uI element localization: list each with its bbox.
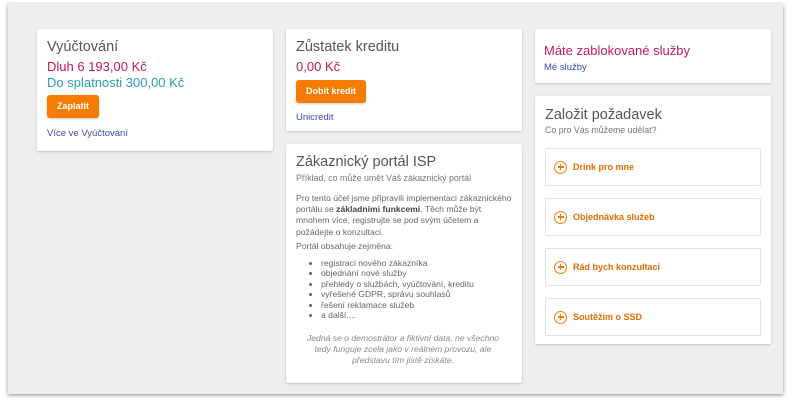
billing-more-link[interactable]: Více ve Vyúčtování [47, 128, 128, 139]
request-title: Založit požadavek [545, 107, 662, 123]
app-frame: Vyúčtování Dluh 6 193,00 Kč Do splatnost… [8, 4, 783, 394]
request-label: Rád bych konzultaci [573, 262, 661, 272]
my-services-link[interactable]: Mé služby [544, 62, 587, 73]
request-label: Objednávka služeb [573, 212, 655, 222]
request-subtitle: Co pro Vás můžeme udělat? [545, 125, 657, 135]
request-ssd-contest[interactable]: Soutěžím o SSD [545, 298, 761, 336]
pay-button[interactable]: Zaplatit [47, 95, 100, 118]
plus-circle-icon [554, 310, 567, 324]
request-label: Drink pro mne [573, 162, 635, 172]
request-card: Založit požadavek Co pro Vás můžeme uděl… [535, 96, 771, 344]
plus-circle-icon [554, 160, 567, 174]
credit-amount: 0,00 Kč [296, 59, 341, 74]
blocked-title: Máte zablokované služby [544, 43, 690, 58]
billing-card: Vyúčtování Dluh 6 193,00 Kč Do splatnost… [37, 29, 273, 151]
portal-info-card: Zákaznický portál ISP Příklad, co může u… [286, 144, 522, 383]
request-label: Soutěžím o SSD [573, 312, 643, 322]
blocked-services-card: Máte zablokované služby Mé služby [535, 29, 771, 83]
portal-disclaimer: Jedná se o demostrátor a fiktivní data, … [306, 333, 500, 366]
topup-button[interactable]: Dobít kredit [296, 80, 367, 103]
request-order-services[interactable]: Objednávka služeb [545, 198, 761, 236]
request-consultation[interactable]: Rád bych konzultaci [545, 248, 761, 286]
portal-paragraph-bold: základními funkcemi [336, 204, 421, 215]
list-item: objednání nové služby [321, 268, 474, 278]
billing-title: Vyúčtování [47, 39, 119, 55]
request-drink[interactable]: Drink pro mne [545, 148, 761, 186]
plus-circle-icon [554, 260, 567, 274]
unicredit-link[interactable]: Unicredit [296, 112, 334, 123]
debt-amount: Dluh 6 193,00 Kč [47, 59, 147, 74]
credit-title: Zůstatek kreditu [296, 39, 400, 55]
list-item: vyřešené GDPR, správu souhlasů [321, 289, 474, 299]
list-item: přehledy o službách, vyúčtování, kreditu [321, 279, 474, 289]
portal-title: Zákaznický portál ISP [296, 154, 437, 170]
list-item: řešení reklamace služeb [321, 300, 474, 310]
portal-subtitle: Příklad, co může umět Váš zákaznický por… [296, 173, 472, 183]
list-item: registraci nového zákazníka [321, 258, 474, 268]
portal-features-list: registraci nového zákazníka objednání no… [321, 258, 474, 320]
portal-paragraph: Pro tento účel jsme připravili implement… [296, 193, 516, 238]
credit-card: Zůstatek kreditu 0,00 Kč Dobít kredit Un… [286, 29, 522, 131]
due-amount: Do splatnosti 300,00 Kč [47, 75, 185, 90]
portal-features-heading: Portál obsahuje zejména: [296, 241, 393, 251]
plus-circle-icon [554, 210, 567, 224]
list-item: a další.... [321, 310, 474, 320]
